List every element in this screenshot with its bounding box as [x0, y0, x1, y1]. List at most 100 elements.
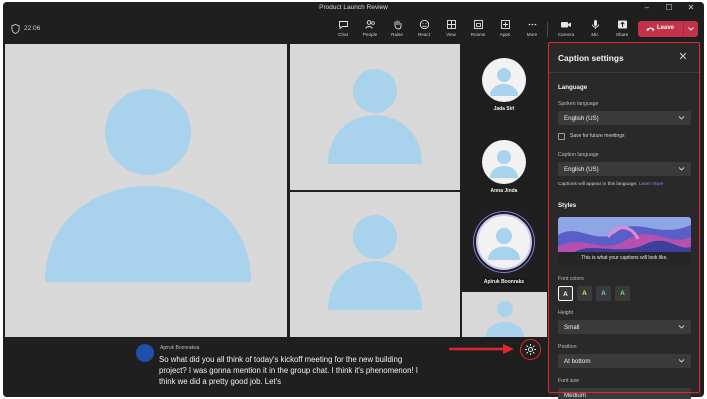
- meeting-timer: 22:06: [24, 25, 41, 32]
- participant-tile-anna[interactable]: Anna Jinda: [460, 140, 548, 194]
- rooms-label: Rooms: [470, 32, 486, 37]
- font-color-yellow[interactable]: A: [577, 286, 592, 301]
- shield-icon: [11, 24, 20, 34]
- person-avatar-icon: [488, 228, 520, 260]
- avatar-speaking: [476, 214, 532, 270]
- apps-icon: [500, 20, 510, 29]
- leave-button[interactable]: Leave: [638, 21, 698, 37]
- more-button[interactable]: More: [520, 19, 544, 37]
- learn-more-link[interactable]: Learn more: [639, 182, 664, 187]
- react-label: React: [417, 32, 430, 37]
- camera-button[interactable]: Camera: [554, 19, 578, 37]
- position-select[interactable]: At bottom: [558, 354, 691, 368]
- leave-divider: [683, 21, 684, 37]
- share-button[interactable]: Share: [610, 19, 634, 37]
- save-future-checkbox[interactable]: [558, 133, 565, 140]
- caption-text: So what did you all think of today's kic…: [159, 355, 418, 386]
- toolbar-divider: [547, 22, 548, 37]
- view-icon: [446, 20, 456, 29]
- chevron-down-icon: [678, 167, 685, 171]
- self-view-tile[interactable]: [462, 292, 547, 337]
- meeting-toolbar: 22:06 Chat People Raise React View Rooms…: [3, 16, 704, 43]
- spoken-language-select[interactable]: English (US): [558, 111, 691, 125]
- more-icon: [528, 23, 536, 26]
- react-icon: [419, 19, 429, 30]
- view-button[interactable]: View: [439, 19, 463, 37]
- language-heading: Language: [558, 84, 588, 91]
- position-value: At bottom: [564, 357, 591, 365]
- caption-language-label: Caption language: [558, 152, 599, 158]
- participant-name: Jada Sirl: [493, 106, 515, 112]
- font-color-white[interactable]: A: [558, 286, 573, 301]
- person-avatar-icon: [45, 89, 251, 282]
- people-button[interactable]: People: [358, 19, 382, 37]
- spoken-language-label: Spoken language: [558, 101, 599, 107]
- caption-language-value: English (US): [564, 165, 599, 173]
- raise-button[interactable]: Raise: [385, 19, 409, 37]
- video-tile-2[interactable]: [290, 44, 460, 190]
- people-label: People: [362, 32, 378, 37]
- caption-settings-panel: Caption settings Language Spoken languag…: [548, 42, 701, 399]
- mic-button[interactable]: Mic: [583, 19, 607, 37]
- caption-language-select[interactable]: English (US): [558, 162, 691, 176]
- close-panel-button[interactable]: [679, 52, 687, 62]
- minimize-button[interactable]: –: [640, 3, 654, 12]
- chevron-down-icon: [678, 359, 685, 363]
- mic-label: Mic: [591, 32, 599, 37]
- font-color-green[interactable]: A: [615, 286, 630, 301]
- caption-language-note: Captions will appear in this language. L…: [558, 182, 663, 187]
- video-tile-3[interactable]: [290, 192, 460, 337]
- chat-button[interactable]: Chat: [331, 19, 355, 37]
- person-avatar-icon: [490, 68, 518, 96]
- maximize-button[interactable]: ☐: [662, 3, 676, 12]
- note-text: Captions will appear in this language.: [558, 182, 638, 187]
- height-label: Height: [558, 310, 573, 316]
- video-tile-main[interactable]: [5, 44, 287, 337]
- chat-icon: [338, 21, 348, 30]
- font-size-select[interactable]: Medium: [558, 388, 691, 399]
- chevron-down-icon[interactable]: [687, 24, 695, 34]
- caption-preview-text: This is what your captions will look lik…: [558, 252, 691, 265]
- chevron-down-icon: [678, 325, 685, 329]
- people-icon: [365, 20, 375, 29]
- participant-tile-jada[interactable]: Jada Sirl: [460, 58, 548, 112]
- person-avatar-icon: [486, 301, 524, 337]
- more-label: More: [526, 32, 538, 37]
- camera-icon: [561, 22, 571, 28]
- position-label: Position: [558, 344, 577, 350]
- title-bar: Product Launch Review – ☐ ✕: [3, 2, 704, 16]
- apps-label: Apps: [499, 32, 511, 37]
- font-color-cyan[interactable]: A: [596, 286, 611, 301]
- share-label: Share: [615, 32, 629, 37]
- font-size-value: Medium: [564, 391, 587, 399]
- font-colors-label: Font colors: [558, 276, 584, 282]
- raise-label: Raise: [391, 32, 403, 37]
- caption-speaker-name: Apiruk Boonraksa: [160, 345, 200, 351]
- avatar: [482, 58, 526, 102]
- person-avatar-icon: [490, 150, 518, 178]
- annotation-arrow-icon: [449, 344, 514, 354]
- participant-name: Anna Jinda: [490, 188, 518, 194]
- participant-tile-apiruk[interactable]: Apiruk Boonraks: [460, 214, 548, 288]
- raise-hand-icon: [394, 20, 401, 30]
- rooms-button[interactable]: Rooms: [466, 19, 490, 37]
- participant-name: Apiruk Boonraks: [481, 278, 527, 286]
- spoken-language-value: English (US): [564, 114, 599, 122]
- height-select[interactable]: Small: [558, 320, 691, 334]
- panel-title: Caption settings: [558, 53, 624, 63]
- window-title: Product Launch Review: [319, 4, 388, 11]
- camera-label: Camera: [557, 32, 575, 37]
- styles-heading: Styles: [558, 202, 577, 209]
- react-button[interactable]: React: [412, 19, 436, 37]
- height-value: Small: [564, 323, 580, 331]
- close-icon: [679, 52, 687, 60]
- person-avatar-icon: [328, 69, 422, 164]
- close-window-button[interactable]: ✕: [684, 3, 698, 12]
- apps-button[interactable]: Apps: [493, 19, 517, 37]
- leave-label: Leave: [657, 25, 675, 31]
- person-avatar-icon: [328, 215, 422, 310]
- panel-divider: [548, 72, 701, 73]
- mic-icon: [591, 20, 599, 29]
- phone-hangup-icon: [646, 27, 655, 31]
- caption-settings-gear-icon[interactable]: [524, 343, 537, 356]
